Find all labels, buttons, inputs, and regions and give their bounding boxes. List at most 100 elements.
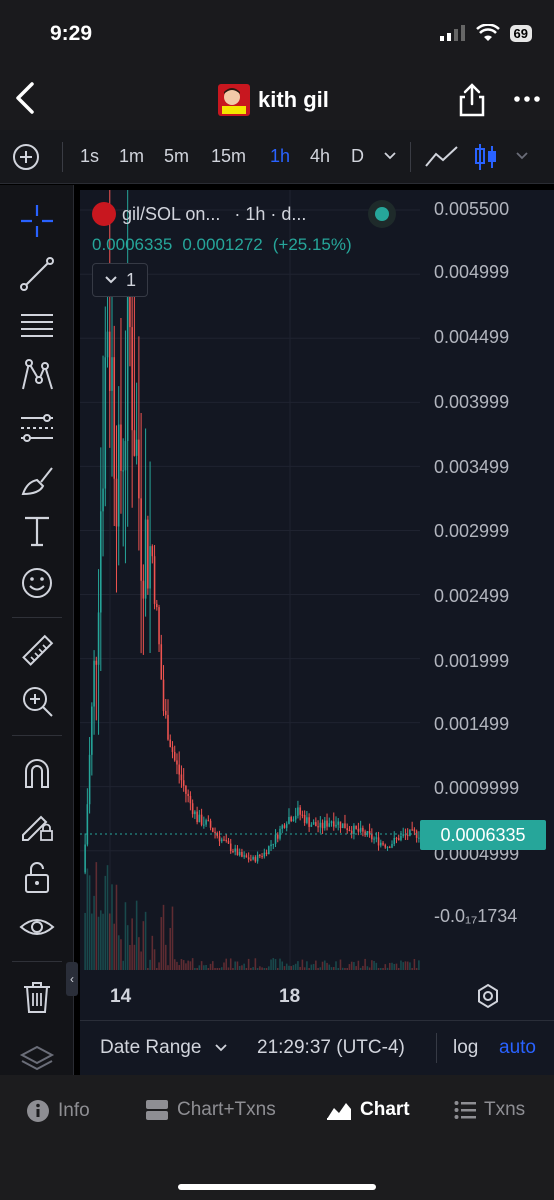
tab-txns[interactable]: Txns — [454, 1099, 525, 1121]
volume-bar — [182, 960, 185, 970]
candle-body — [312, 822, 315, 825]
token-title: kith gil — [218, 84, 329, 116]
chevron-down-icon[interactable] — [383, 150, 397, 162]
candle-body — [391, 843, 393, 848]
candle-body — [274, 834, 277, 844]
volume-bar — [142, 921, 145, 970]
candle-body — [162, 679, 165, 711]
candle-body — [245, 855, 248, 858]
interval-1s[interactable]: 1s — [80, 146, 99, 167]
volume-bar — [341, 967, 344, 970]
volume-bar — [144, 911, 147, 970]
tab-info[interactable]: Info — [26, 1099, 90, 1123]
lock-drawing-icon[interactable] — [19, 807, 55, 843]
auto-scale-toggle[interactable]: auto — [499, 1037, 536, 1059]
volume-bar — [317, 968, 319, 970]
volume-bar — [315, 960, 317, 970]
volume-bar — [212, 961, 214, 970]
candle-body — [243, 855, 245, 857]
interval-15m[interactable]: 15m — [211, 146, 246, 167]
candle-body — [189, 796, 192, 804]
volume-bar — [357, 960, 360, 970]
volume-bar — [227, 967, 230, 970]
share-icon[interactable] — [456, 82, 488, 118]
volume-bar — [292, 965, 295, 970]
back-icon[interactable] — [10, 80, 42, 116]
candle-body — [95, 660, 98, 665]
crosshair-icon[interactable] — [19, 203, 55, 239]
trend-line-icon[interactable] — [19, 256, 55, 292]
interval-4h[interactable]: 4h — [310, 146, 330, 167]
interval-5m[interactable]: 5m — [164, 146, 189, 167]
volume-bar — [368, 967, 371, 970]
chevron-down-icon[interactable] — [214, 1043, 228, 1053]
log-scale-toggle[interactable]: log — [453, 1037, 478, 1059]
projection-icon[interactable] — [19, 410, 55, 446]
date-range-button[interactable]: Date Range — [100, 1037, 201, 1059]
candles-icon[interactable] — [474, 142, 498, 172]
volume-bar — [321, 961, 324, 970]
candle-body — [406, 834, 409, 836]
chart-legend[interactable]: gil/SOL on... · 1h · d... — [92, 202, 306, 226]
layers-icon[interactable] — [19, 1043, 55, 1079]
volume-bar — [115, 884, 118, 970]
unlock-icon[interactable] — [19, 859, 55, 895]
pattern-icon[interactable] — [19, 358, 55, 394]
interval-d[interactable]: D — [351, 146, 364, 167]
brush-icon[interactable] — [19, 462, 55, 498]
interval-1m[interactable]: 1m — [119, 146, 144, 167]
volume-bar — [151, 935, 154, 970]
tab-chart-txns[interactable]: Chart+Txns — [145, 1099, 276, 1121]
chart-area[interactable] — [80, 190, 554, 1075]
indicators-toggle-button[interactable]: 1 — [92, 263, 148, 297]
candle-body — [194, 811, 196, 815]
candle-body — [299, 807, 301, 815]
volume-bar — [272, 958, 275, 970]
volume-bar — [250, 968, 252, 970]
volume-bar — [256, 968, 259, 970]
candle-body — [409, 829, 411, 836]
line-chart-icon[interactable] — [424, 144, 460, 170]
volume-bar — [270, 959, 272, 970]
candle-body — [270, 844, 272, 847]
candle-body — [393, 837, 396, 844]
candle-body — [160, 644, 163, 680]
candle-body — [156, 603, 158, 608]
volume-bar — [335, 961, 337, 970]
volume-bar — [207, 968, 210, 970]
candle-body — [350, 830, 353, 834]
candle-body — [268, 846, 270, 855]
candle-body — [209, 820, 212, 828]
candle-body — [144, 519, 147, 599]
legend-price: 0.0006335 — [92, 235, 173, 254]
chart-settings-icon[interactable] — [475, 983, 501, 1009]
add-indicator-icon[interactable] — [12, 143, 40, 171]
tab-chart[interactable]: Chart — [326, 1099, 410, 1121]
chevron-down-icon[interactable] — [515, 150, 529, 162]
volume-bar — [328, 964, 331, 970]
candle-body — [93, 660, 95, 707]
volume-bar — [232, 968, 234, 970]
volume-bar — [178, 965, 180, 970]
candle-body — [214, 831, 216, 834]
text-icon[interactable] — [19, 513, 55, 549]
candle-body — [377, 837, 380, 846]
timezone-clock[interactable]: 21:29:37 (UTC-4) — [257, 1037, 405, 1059]
candle-body — [330, 821, 333, 824]
volume-bar — [86, 868, 89, 970]
emoji-icon[interactable] — [19, 565, 55, 601]
tools-divider — [12, 735, 62, 736]
tab-label: Chart — [360, 1099, 410, 1120]
battery-indicator: 69 — [509, 24, 532, 42]
volume-bar — [294, 963, 297, 970]
ruler-icon[interactable] — [19, 633, 55, 669]
more-icon[interactable] — [512, 84, 542, 114]
fib-levels-icon[interactable] — [19, 307, 55, 343]
interval-1h[interactable]: 1h — [270, 146, 290, 167]
magnet-icon[interactable] — [19, 755, 55, 791]
bottom-divider — [436, 1033, 437, 1063]
trash-icon[interactable] — [19, 979, 55, 1015]
collapse-toolbar-button[interactable]: ‹ — [66, 962, 78, 996]
zoom-in-icon[interactable] — [19, 683, 55, 719]
eye-icon[interactable] — [19, 909, 55, 945]
